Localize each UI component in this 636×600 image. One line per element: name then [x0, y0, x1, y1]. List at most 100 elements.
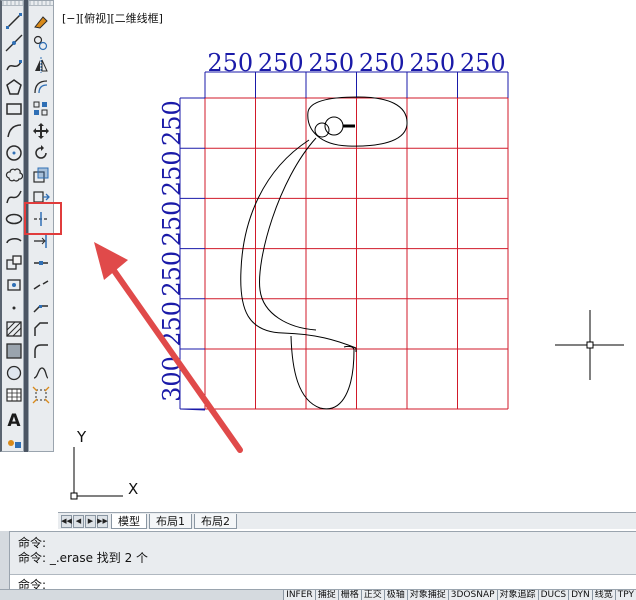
- tab-nav-next-button[interactable]: ▶: [85, 514, 96, 528]
- construction-line-icon[interactable]: [4, 33, 24, 53]
- erase-icon[interactable]: [31, 11, 51, 31]
- polyline-icon-glyph: [6, 60, 22, 71]
- status-toggle-button[interactable]: 对象追踪: [496, 590, 538, 600]
- status-toggle-button[interactable]: DUCS: [537, 590, 569, 600]
- modify-toolbar-grip[interactable]: [29, 1, 53, 6]
- rectangle-icon-glyph: [6, 103, 22, 115]
- command-input[interactable]: 命令:: [10, 574, 636, 592]
- mirror-icon[interactable]: [31, 55, 51, 75]
- multiline-text-icon[interactable]: A: [4, 411, 24, 431]
- tab-nav-prev-button[interactable]: ◀: [73, 514, 84, 528]
- fillet-icon[interactable]: [31, 341, 51, 361]
- arc-icon[interactable]: [4, 121, 24, 141]
- polyline-icon[interactable]: [4, 55, 24, 75]
- break-icon[interactable]: [31, 275, 51, 295]
- polygon-icon[interactable]: [4, 77, 24, 97]
- rotate-icon[interactable]: [31, 143, 51, 163]
- scale-icon[interactable]: [31, 165, 51, 185]
- join-icon-glyph: [33, 305, 48, 313]
- status-toggle-button[interactable]: 3DOSNAP: [447, 590, 497, 600]
- copy-icon[interactable]: [31, 33, 51, 53]
- figure-eye-left: [314, 122, 330, 138]
- line-icon[interactable]: [4, 11, 24, 31]
- hatch-icon-glyph: [6, 321, 22, 337]
- tab-layout1[interactable]: 布局1: [149, 513, 192, 529]
- chamfer-icon[interactable]: [31, 319, 51, 339]
- arc-icon-glyph: [7, 124, 22, 138]
- ellipse-arc-icon-glyph: [6, 238, 22, 244]
- point-icon[interactable]: [4, 297, 24, 317]
- circle-icon[interactable]: [4, 143, 24, 163]
- move-icon[interactable]: [31, 121, 51, 141]
- ellipse-arc-icon[interactable]: [4, 231, 24, 251]
- tab-nav-last-button[interactable]: ▶▶: [97, 514, 108, 528]
- layout-tabs-bar: ◀◀ ◀ ▶ ▶▶ 模型 布局1 布局2: [58, 512, 636, 529]
- circle-icon-glyph: [6, 145, 22, 161]
- move-icon-glyph: [33, 123, 49, 139]
- spline-icon-glyph: [6, 190, 22, 204]
- command-window: 命令: 命令: _.erase 找到 2 个 命令:: [10, 531, 636, 592]
- status-bar: INFER 捕捉 栅格 正交 极轴 对象捕捉 3DOSNAP 对象追踪 DUCS DYN 线宽 TPY: [0, 589, 636, 600]
- array-icon[interactable]: [31, 99, 51, 119]
- drawing-area[interactable]: 250 250 250 250 250 250250250250250250300: [58, 0, 636, 512]
- tab-nav-first-button[interactable]: ◀◀: [61, 514, 72, 528]
- status-toggle-button[interactable]: 极轴: [383, 590, 407, 600]
- copy-icon-glyph: [33, 35, 48, 51]
- status-toggle-button[interactable]: INFER: [283, 590, 315, 600]
- region-icon[interactable]: [4, 363, 24, 383]
- insert-block-icon[interactable]: [4, 253, 24, 273]
- ellipse-icon[interactable]: [4, 209, 24, 229]
- add-selected-icon-glyph: [8, 440, 21, 448]
- point-icon-glyph: [12, 306, 16, 310]
- break-at-point-icon-glyph: [34, 261, 48, 265]
- status-toggle-button[interactable]: 对象捕捉: [406, 590, 448, 600]
- blend-curves-icon-glyph: [33, 367, 49, 379]
- viewport-controls-label[interactable]: [−][俯视][二维线框]: [62, 10, 163, 26]
- status-toggle-button[interactable]: TPY: [614, 590, 636, 600]
- insert-block-icon-glyph: [6, 255, 22, 270]
- table-icon[interactable]: [4, 385, 24, 405]
- table-icon-glyph: [6, 388, 22, 402]
- rectangle-icon[interactable]: [4, 99, 24, 119]
- add-selected-icon[interactable]: [4, 431, 24, 451]
- dimension-top-label: 250: [258, 49, 304, 77]
- status-toggle-button[interactable]: 捕捉: [314, 590, 338, 600]
- dimension-top-label: 250: [207, 49, 253, 77]
- crosshair-cursor: [555, 310, 624, 380]
- dimension-top-label: 250: [460, 49, 506, 77]
- gradient-icon[interactable]: [4, 341, 24, 361]
- hatch-icon[interactable]: [4, 319, 24, 339]
- scale-icon-glyph: [33, 167, 49, 183]
- status-toggle-button[interactable]: 正交: [360, 590, 384, 600]
- revision-cloud-icon[interactable]: [4, 165, 24, 185]
- break-icon-glyph: [33, 280, 49, 290]
- highlight-box: [24, 202, 62, 235]
- tab-layout2[interactable]: 布局2: [194, 513, 237, 529]
- status-toggle-button[interactable]: 线宽: [591, 590, 615, 600]
- explode-icon[interactable]: [31, 385, 51, 405]
- revision-cloud-icon-glyph: [5, 168, 23, 182]
- ucs-x-label: X: [128, 480, 139, 498]
- spline-icon[interactable]: [4, 187, 24, 207]
- offset-icon-glyph: [34, 80, 48, 94]
- figure-head: [307, 96, 408, 147]
- line-icon-glyph: [6, 13, 22, 29]
- join-icon[interactable]: [31, 297, 51, 317]
- dimension-left-label: 250: [158, 100, 186, 146]
- drawing-canvas[interactable]: 250 250 250 250 250 250 250 250 250 250 250 300: [58, 0, 636, 512]
- blend-curves-icon[interactable]: [31, 363, 51, 383]
- status-toggle-button[interactable]: DYN: [568, 590, 592, 600]
- array-icon-glyph: [33, 101, 48, 116]
- draw-toolbar-grip[interactable]: [2, 1, 23, 6]
- status-toggle-button[interactable]: 栅格: [337, 590, 361, 600]
- dimension-left-label: 250: [158, 150, 186, 196]
- command-window-grip[interactable]: [0, 531, 10, 589]
- break-at-point-icon[interactable]: [31, 253, 51, 273]
- tab-model[interactable]: 模型: [111, 513, 147, 529]
- offset-icon[interactable]: [31, 77, 51, 97]
- dimension-top-label: 250: [359, 49, 405, 77]
- polygon-icon-glyph: [6, 79, 22, 95]
- make-block-icon[interactable]: [4, 275, 24, 295]
- region-icon-glyph: [6, 365, 22, 381]
- explode-icon-glyph: [32, 386, 50, 404]
